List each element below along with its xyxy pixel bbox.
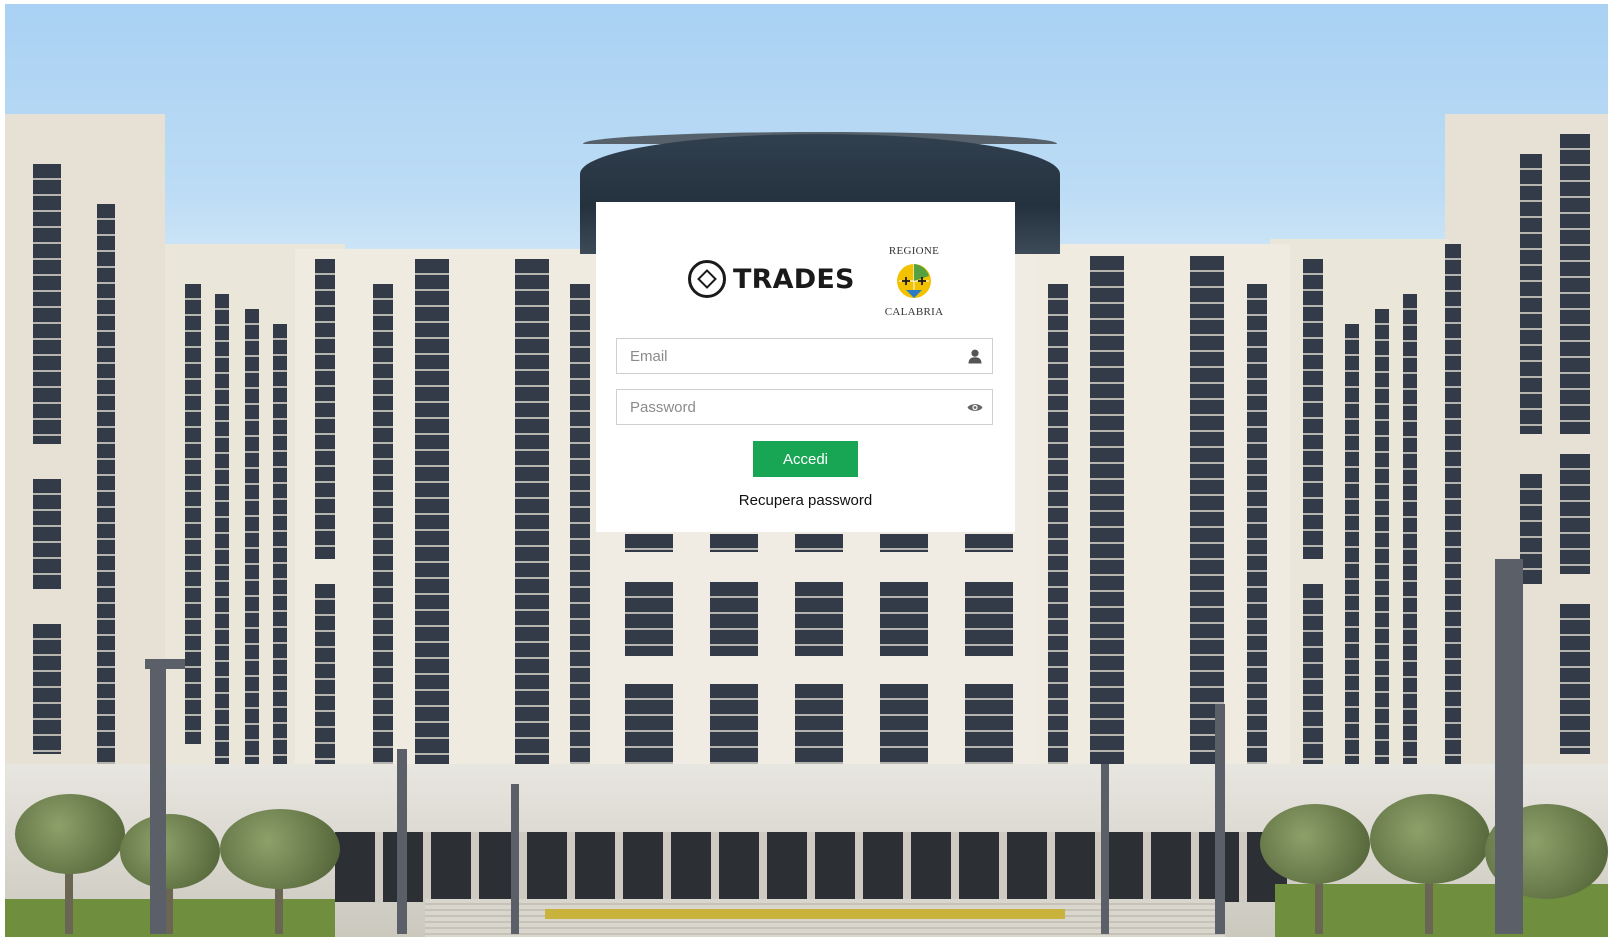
password-input[interactable] — [617, 390, 958, 424]
login-card: TRADES REGIONE CALABRIA Email Accedi Rec… — [596, 202, 1015, 532]
diamond-circle-logo-icon — [688, 260, 726, 298]
password-field — [616, 389, 993, 425]
brand-name: TRADES — [733, 263, 855, 295]
regione-calabria-crest-icon — [897, 264, 931, 298]
region-logo-bottom-text: CALABRIA — [884, 306, 944, 318]
eye-icon[interactable] — [958, 390, 992, 424]
trades-logo: TRADES — [688, 260, 855, 298]
user-icon — [958, 339, 992, 373]
login-button[interactable]: Accedi — [753, 441, 858, 477]
recover-password-link[interactable]: Recupera password — [596, 492, 1015, 509]
email-field — [616, 338, 993, 374]
email-input[interactable] — [617, 339, 958, 373]
region-logo-top-text: REGIONE — [888, 245, 940, 257]
regione-calabria-logo: REGIONE CALABRIA — [879, 245, 949, 318]
